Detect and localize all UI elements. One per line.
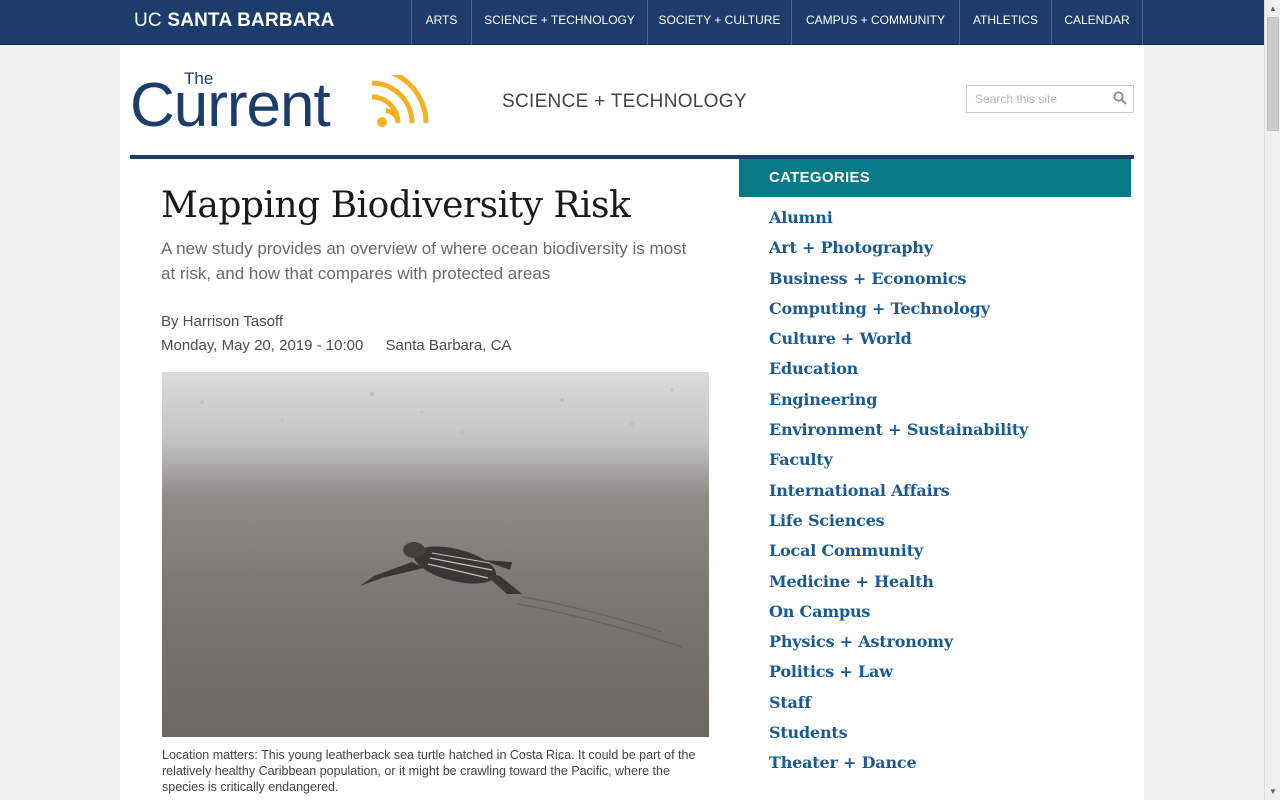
sea-turtle-photo [162,372,709,737]
scrollbar-thumb[interactable] [1267,17,1279,131]
ucsb-brand-link[interactable]: UC SANTA BARBARA [134,10,335,32]
category-business-economics[interactable]: Business + Economics [769,269,1028,299]
nav-item-arts[interactable]: ARTS [411,0,471,45]
photo-caption: Location matters: This young leatherback… [162,748,696,794]
category-theater-dance[interactable]: Theater + Dance [769,753,1028,783]
top-navigation-bar: UC SANTA BARBARA ARTS SCIENCE + TECHNOLO… [0,0,1264,45]
nav-item-calendar[interactable]: CALENDAR [1051,0,1143,45]
category-alumni[interactable]: Alumni [769,208,1028,238]
category-physics-astronomy[interactable]: Physics + Astronomy [769,632,1028,662]
nav-item-science-technology[interactable]: SCIENCE + TECHNOLOGY [471,0,647,45]
category-education[interactable]: Education [769,359,1028,389]
the-current-logo[interactable]: The Current [130,67,440,137]
category-computing-technology[interactable]: Computing + Technology [769,299,1028,329]
category-environment-sustainability[interactable]: Environment + Sustainability [769,420,1028,450]
logo-current-text: Current [130,71,331,140]
article: Mapping Biodiversity Risk A new study pr… [161,185,711,354]
search-icon[interactable] [1113,91,1127,105]
article-subtitle: A new study provides an overview of wher… [161,239,687,283]
brand-prefix: UC [134,10,162,31]
broadcast-waves-icon [372,75,429,124]
category-faculty[interactable]: Faculty [769,450,1028,480]
category-staff[interactable]: Staff [769,693,1028,723]
brand-name: SANTA BARBARA [167,10,335,31]
search-input[interactable] [967,86,1107,112]
category-engineering[interactable]: Engineering [769,390,1028,420]
category-medicine-health[interactable]: Medicine + Health [769,572,1028,602]
category-list: Alumni Art + Photography Business + Econ… [769,208,1028,784]
category-life-sciences[interactable]: Life Sciences [769,511,1028,541]
category-art-photography[interactable]: Art + Photography [769,238,1028,268]
category-on-campus[interactable]: On Campus [769,602,1028,632]
arrow-up-icon[interactable]: ▲ [1265,0,1280,17]
nav-item-campus-community[interactable]: CAMPUS + COMMUNITY [791,0,959,45]
nav-item-athletics[interactable]: ATHLETICS [959,0,1051,45]
category-international-affairs[interactable]: International Affairs [769,481,1028,511]
category-politics-law[interactable]: Politics + Law [769,662,1028,692]
categories-header: CATEGORIES [739,159,1131,197]
section-title: SCIENCE + TECHNOLOGY [502,91,747,112]
article-date: Monday, May 20, 2019 - 10:00 [161,337,364,354]
category-students[interactable]: Students [769,723,1028,753]
page-container: The Current SCIENCE + TECHNOLOGY Mapping… [120,45,1144,800]
main-nav: ARTS SCIENCE + TECHNOLOGY SOCIETY + CULT… [411,0,1143,45]
vertical-scrollbar[interactable]: ▲ ▼ [1264,0,1280,800]
article-title: Mapping Biodiversity Risk [161,185,631,226]
arrow-down-icon[interactable]: ▼ [1265,783,1280,800]
nav-item-society-culture[interactable]: SOCIETY + CULTURE [647,0,791,45]
search-box [966,85,1134,113]
article-location: Santa Barbara, CA [385,337,512,354]
category-local-community[interactable]: Local Community [769,541,1028,571]
article-byline: By Harrison Tasoff [161,313,283,330]
article-dateline: Monday, May 20, 2019 - 10:00 Santa Barba… [161,337,711,354]
category-culture-world[interactable]: Culture + World [769,329,1028,359]
